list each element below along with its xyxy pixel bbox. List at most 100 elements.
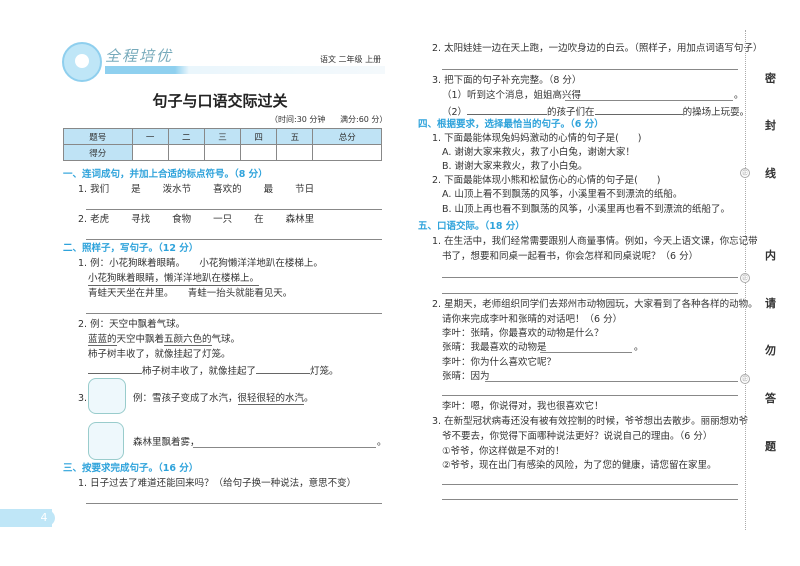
table-header: 一 <box>131 128 169 145</box>
option-1: ①爷爷，你这样做是不对的！ <box>442 446 565 457</box>
time-limit: （时间:30 分钟 <box>270 115 326 124</box>
answer-line[interactable] <box>86 503 382 504</box>
section-2-heading: 二、照样子，写句子。（12 分） <box>63 243 199 254</box>
answer-line[interactable] <box>442 484 738 485</box>
s5-q3-cont: 爷不要去，你觉得下面哪种说法更好？说说自己的理由。（6 分） <box>442 431 713 442</box>
s4-q2: 2. 下面最能体现小熊和松鼠伤心的心情的句子是( ) <box>432 175 661 186</box>
seal-char: 线 <box>765 167 776 180</box>
table-header: 四 <box>240 128 278 145</box>
text: 气球。 <box>211 334 241 345</box>
s2-q1-answer: 小花狗眯着眼睛，懒洋洋地趴在楼梯上。 <box>88 273 260 286</box>
seal-char: 答 <box>765 392 776 405</box>
s2-q3-number: 3. <box>78 393 88 404</box>
seal-char: 内 <box>765 249 776 262</box>
answer-line[interactable] <box>442 395 738 396</box>
period: 。 <box>734 90 744 101</box>
answer-line[interactable] <box>442 499 738 500</box>
word: 寻找 <box>131 214 151 225</box>
s3-q1: 1. 日子过去了难道还能回来吗？（给句子换一种说法，意思不变） <box>78 478 357 489</box>
text: 的操场上玩耍。 <box>682 107 750 118</box>
option-a[interactable]: A. 谢谢大家来救火，救了小白兔，谢谢大家！ <box>442 147 635 159</box>
answer-line[interactable] <box>442 277 738 278</box>
table-header: 三 <box>203 128 242 145</box>
period: 。 <box>634 342 644 353</box>
answer-line[interactable] <box>485 381 738 382</box>
brand-logo <box>62 42 102 82</box>
brand-name: 全程培优 <box>105 47 174 65</box>
s2-q2-task: 柿子树丰收了，就像挂起了灯笼。 <box>88 349 231 360</box>
s3-q2: 2. 太阳娃娃一边在天上跑，一边吹身边的白云。（照样子，用加点词语写句子） <box>432 43 763 54</box>
s3-q3-1: （1）听到这个消息，姐姐高兴得 <box>442 90 582 101</box>
score-cell <box>276 144 314 161</box>
answer-line[interactable] <box>540 352 632 353</box>
answer-line[interactable] <box>442 69 738 70</box>
text: 的孩子们在 <box>547 107 595 118</box>
section-5-heading: 五、口语交际。（18 分） <box>418 221 525 232</box>
row-label: 得分 <box>63 144 133 161</box>
dialog-line: 张晴：我最喜欢的动物是 <box>442 342 547 353</box>
table-header: 二 <box>167 128 205 145</box>
table-header: 总分 <box>312 128 382 145</box>
word: 2. 老虎 <box>78 214 110 225</box>
option-a[interactable]: A. 山顶上看不到飘荡的风筝，小溪里看不到漂流的纸船。 <box>442 189 682 201</box>
word: 食物 <box>172 214 192 225</box>
section-1-heading: 一、连词成句，并加上合适的标点符号。（8 分） <box>63 169 268 180</box>
answer-line[interactable] <box>442 293 738 294</box>
text: 灯笼。 <box>310 366 339 377</box>
s1-q1: 1. 我们 是 泼水节 喜欢的 最 节日 <box>78 184 314 196</box>
page-title: 句子与口语交际过关 <box>152 92 288 110</box>
answer-line[interactable] <box>565 100 733 101</box>
modifier: 很轻很轻的水汽 <box>237 393 305 405</box>
score-cell <box>131 144 169 161</box>
full-score: 满分:60 分） <box>340 115 388 124</box>
dialog-line: 李叶：你为什么喜欢它呢？ <box>442 357 557 368</box>
s2-q3-task: 森林里飘着雾， <box>133 437 200 448</box>
dialog-line: 张晴：因为 <box>442 371 490 382</box>
score-table: 题号 一 二 三 四 五 总分 得分 <box>63 128 382 161</box>
seal-char: 密 <box>765 72 776 85</box>
blank[interactable] <box>594 105 683 115</box>
s5-q2: 2. 星期天，老师组织同学们去郑州市动物园玩，大家看到了各种各样的动物。 <box>432 299 758 310</box>
word: 在 <box>254 214 264 225</box>
word: 是 <box>131 184 141 195</box>
word: 1. 我们 <box>78 184 110 195</box>
s2-q2-answer: 蓝蓝的天空中飘着五颜六色的气球。 <box>88 334 240 346</box>
text: 天空中飘着 <box>116 334 165 345</box>
word: 泼水节 <box>162 184 192 195</box>
seal-char: 封 <box>765 119 776 132</box>
seal-char: 勿 <box>765 344 776 357</box>
word: 节日 <box>295 184 315 195</box>
seal-char: 题 <box>765 440 776 453</box>
dialog-line: 李叶：张晴，你最喜欢的动物是什么？ <box>442 328 604 339</box>
blank[interactable] <box>256 364 311 374</box>
answer-line[interactable] <box>86 313 382 314</box>
seal-char: 请 <box>765 297 776 310</box>
text: 柿子树丰收了，就像挂起了 <box>142 366 257 377</box>
s3-q3-2: （2） 的孩子们在 的操场上玩耍。 <box>442 105 749 119</box>
option-b[interactable]: B. 谢谢大家来救火，救了小白兔。 <box>442 161 588 173</box>
modifier: 蓝蓝的 <box>88 334 117 346</box>
s5-q1: 1. 在生活中，我们经常需要跟别人商量事情。例如，今天上语文课，你忘记带 <box>432 236 758 247</box>
foggy-forest-illustration <box>88 422 124 460</box>
option-b[interactable]: B. 山顶上再也看不到飘荡的风筝，小溪里再也看不到漂流的纸船了。 <box>442 204 730 216</box>
answer-line[interactable] <box>86 209 382 210</box>
score-cell <box>203 144 242 161</box>
blank[interactable] <box>467 105 548 115</box>
s1-q2: 2. 老虎 寻找 食物 一只 在 森林里 <box>78 214 314 226</box>
s5-q1-cont: 书了，想要和同桌一起看书，你会怎样和同桌说呢？（6 分） <box>442 251 699 262</box>
score-cell <box>167 144 205 161</box>
option-2: ②爷爷，现在出门有感染的风险，为了您的健康，请您留在家里。 <box>442 460 717 471</box>
blank[interactable] <box>88 364 142 374</box>
section-3-heading: 三、按要求完成句子。（16 分） <box>63 463 199 474</box>
s2-q3-example: 例：雪孩子变成了水汽，很轻很轻的水汽。 <box>133 393 314 405</box>
modifier: 五颜六色的 <box>164 334 212 346</box>
word: 最 <box>263 184 274 195</box>
word: 喜欢的 <box>213 184 242 195</box>
answer-line[interactable] <box>86 239 382 240</box>
s5-q2-cont: 请你来完成李叶和张晴的对话吧！（6 分） <box>442 314 623 325</box>
answer-line[interactable] <box>193 447 376 448</box>
subject-label: 语文 二年级 上册 <box>320 55 382 64</box>
s2-q2-example: 2. 例：天空中飘着气球。 <box>78 319 186 330</box>
seal-marker: ㊣ <box>740 273 750 283</box>
section-4-heading: 四、根据要求，选择最恰当的句子。（6 分） <box>418 119 604 130</box>
